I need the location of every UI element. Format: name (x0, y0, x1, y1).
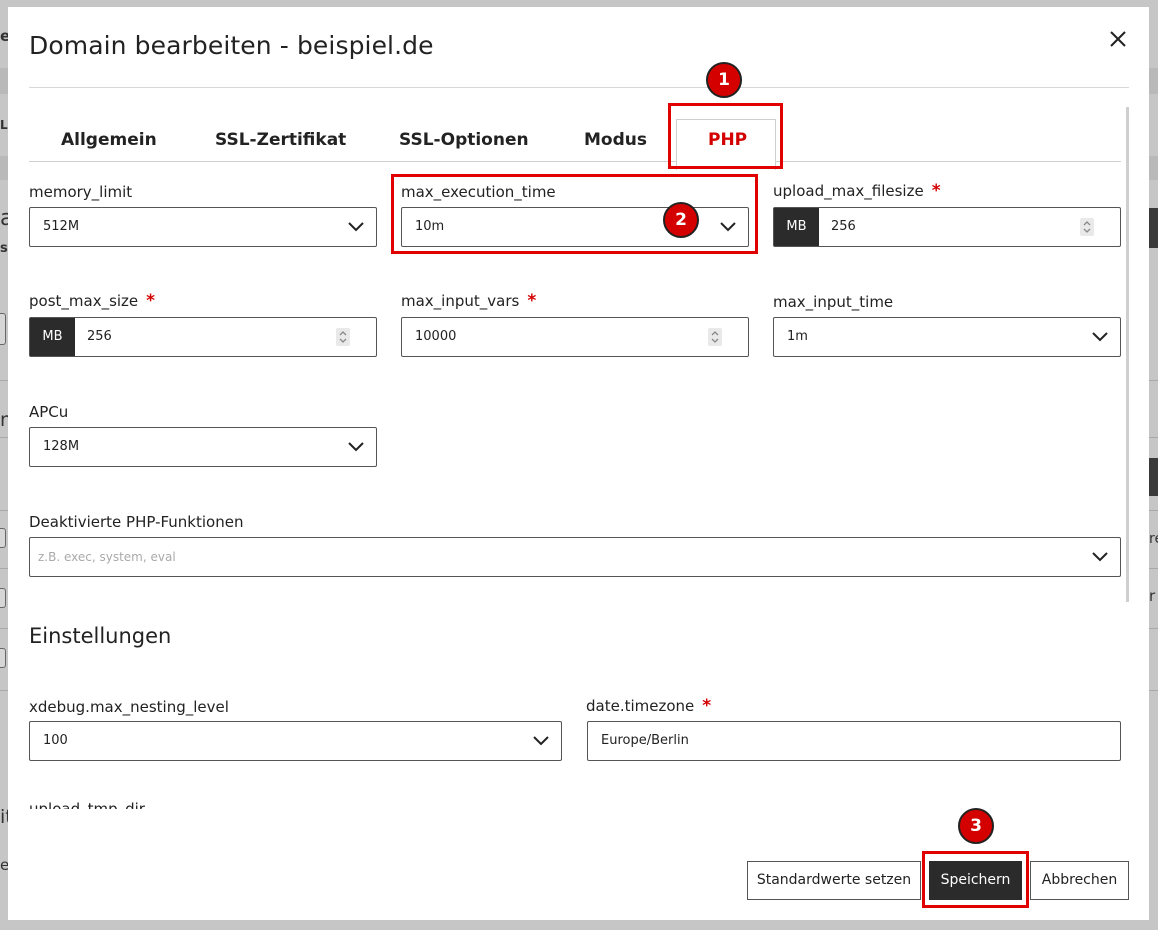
background-text: r (1149, 587, 1156, 605)
upload-tmp-dir-label: upload_tmp_dir (29, 800, 145, 809)
chevron-down-icon (1092, 332, 1108, 342)
cancel-button[interactable]: Abbrechen (1030, 861, 1129, 900)
xdebug-nesting-value: 100 (43, 733, 68, 748)
tab-ssl-optionen[interactable]: SSL-Optionen (399, 130, 529, 150)
chevron-down-icon (348, 442, 364, 452)
apcu-select[interactable]: 128M (29, 427, 377, 467)
max-input-time-label: max_input_time (773, 293, 894, 311)
upload-max-filesize-value: 256 (831, 219, 856, 234)
annotation-badge-2: 2 (663, 202, 699, 238)
unit-badge: MB (30, 318, 75, 356)
required-marker: * (931, 181, 941, 201)
max-input-time-select[interactable]: 1m (773, 317, 1121, 357)
memory-limit-label: memory_limit (29, 183, 133, 201)
spinner-icon[interactable] (336, 328, 350, 346)
required-marker: * (702, 696, 712, 716)
annotation-badge-3: 3 (958, 808, 994, 844)
post-max-size-value: 256 (87, 329, 112, 344)
chevron-down-icon (1092, 552, 1108, 562)
chevron-down-icon (533, 736, 549, 746)
disabled-functions-label: Deaktivierte PHP-Funktionen (29, 513, 244, 531)
chevron-down-icon (348, 222, 364, 232)
max-input-vars-input[interactable]: 10000 (401, 317, 749, 357)
highlight-php-tab (668, 103, 783, 169)
spinner-icon[interactable] (708, 328, 722, 346)
background-checkbox (0, 648, 6, 668)
xdebug-nesting-label: xdebug.max_nesting_level (29, 698, 229, 716)
background-select (0, 313, 6, 345)
required-marker: * (146, 291, 156, 311)
upload-max-filesize-input[interactable]: MB 256 (773, 207, 1121, 247)
highlight-save-button (922, 851, 1029, 908)
highlight-max-execution-time (391, 174, 758, 254)
tab-allgemein[interactable]: Allgemein (61, 130, 157, 150)
max-input-time-value: 1m (787, 329, 808, 344)
background-text: s (0, 241, 8, 256)
max-input-vars-value: 10000 (415, 329, 457, 344)
unit-badge: MB (774, 208, 819, 246)
upload-max-filesize-label: upload_max_filesize * (773, 181, 941, 201)
title-divider (29, 87, 1129, 88)
background-button (1149, 458, 1158, 496)
date-timezone-label: date.timezone * (586, 696, 712, 716)
apcu-value: 128M (43, 439, 80, 454)
required-marker: * (527, 291, 537, 311)
memory-limit-value: 512M (43, 219, 80, 234)
max-input-vars-label: max_input_vars * (401, 291, 537, 311)
background-text: re (1149, 531, 1158, 547)
tab-modus[interactable]: Modus (584, 130, 647, 150)
dialog-title: Domain bearbeiten - beispiel.de (29, 31, 434, 60)
settings-heading: Einstellungen (29, 624, 172, 648)
tab-ssl-zertifikat[interactable]: SSL-Zertifikat (215, 130, 346, 150)
background-checkbox (0, 528, 6, 548)
post-max-size-label: post_max_size * (29, 291, 156, 311)
tab-bar: Allgemein SSL-Zertifikat SSL-Optionen Mo… (29, 112, 1121, 170)
post-max-size-input[interactable]: MB 256 (29, 317, 377, 357)
edit-domain-dialog: Domain bearbeiten - beispiel.de Allgemei… (8, 7, 1149, 920)
spinner-icon[interactable] (1080, 218, 1094, 236)
apcu-label: APCu (29, 403, 69, 421)
background-button (1149, 208, 1158, 248)
background-checkbox (0, 588, 6, 608)
disabled-functions-multiselect[interactable]: z.B. exec, system, eval (29, 537, 1121, 577)
date-timezone-input[interactable]: Europe/Berlin (587, 721, 1121, 761)
xdebug-nesting-select[interactable]: 100 (29, 721, 562, 761)
set-defaults-button[interactable]: Standardwerte setzen (747, 861, 921, 900)
close-icon[interactable] (1108, 29, 1128, 49)
date-timezone-value: Europe/Berlin (601, 733, 689, 748)
disabled-functions-placeholder: z.B. exec, system, eval (38, 550, 176, 564)
annotation-badge-1: 1 (706, 62, 742, 98)
memory-limit-select[interactable]: 512M (29, 207, 377, 247)
